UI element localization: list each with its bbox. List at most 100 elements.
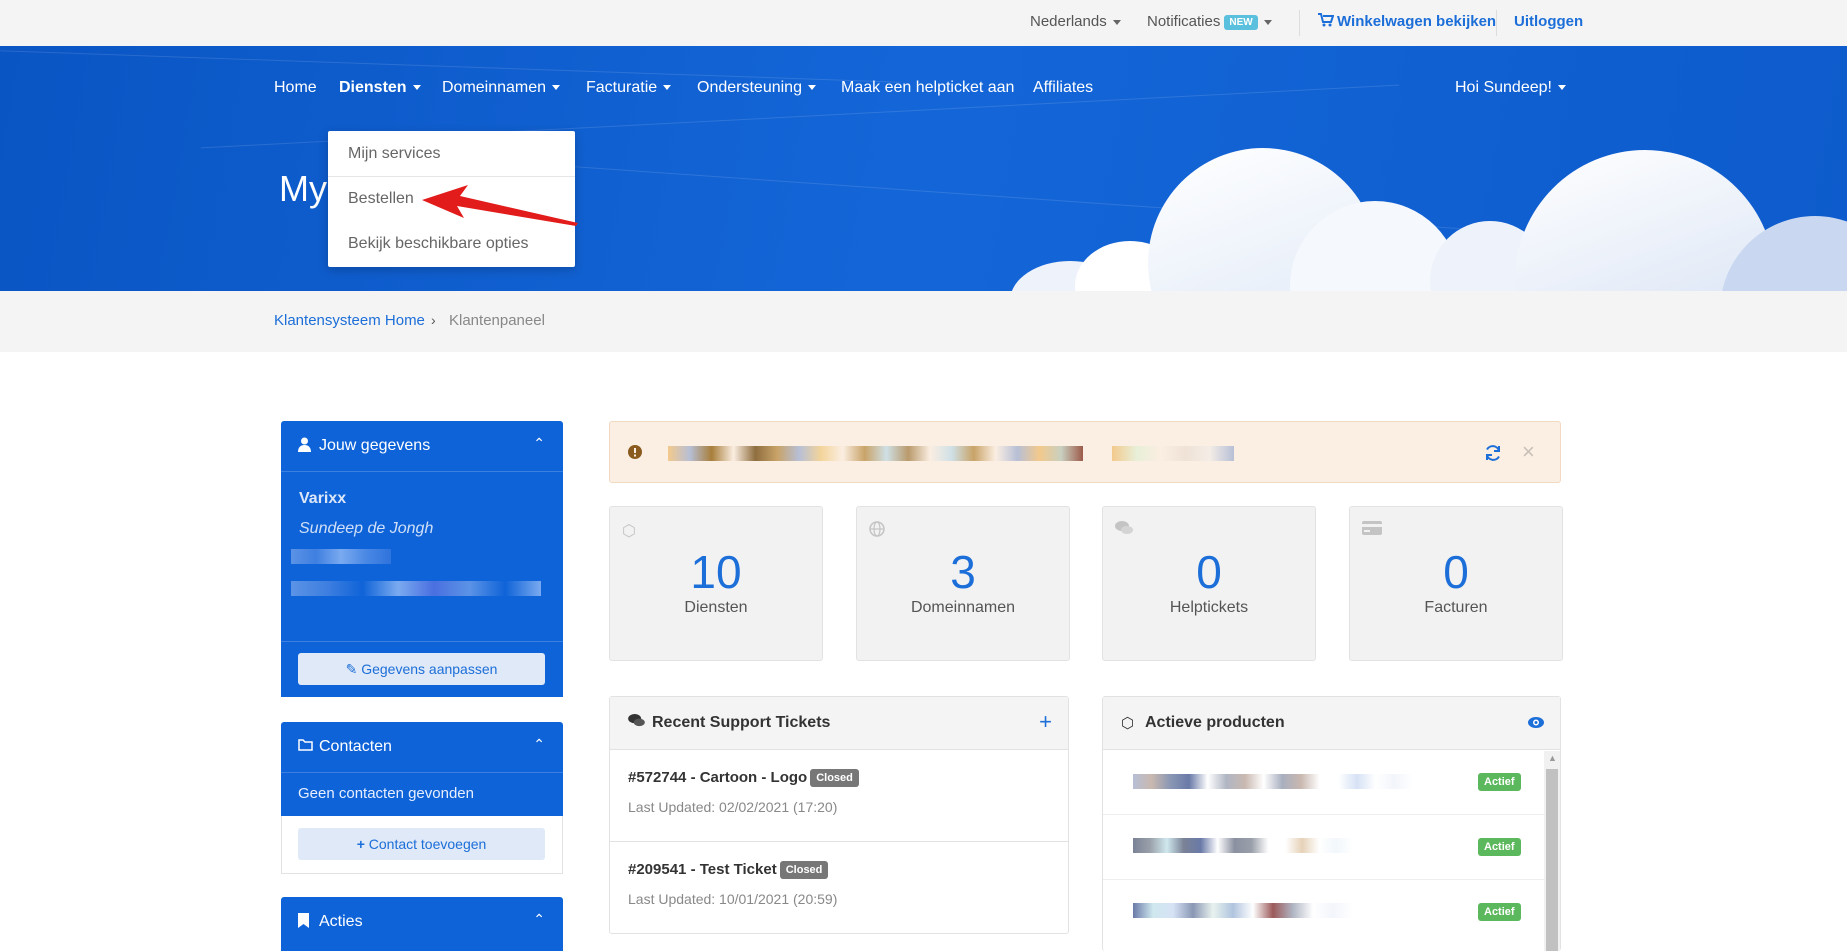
scrollbar[interactable]: ▲: [1544, 751, 1560, 951]
page-title: My: [279, 168, 327, 209]
edit-details-button[interactable]: ✎ Gegevens aanpassen: [298, 653, 545, 685]
breadcrumb: Klantensysteem Home › Klantenpaneel: [0, 291, 1847, 352]
edit-details-label: Gegevens aanpassen: [361, 661, 498, 677]
redacted-product: [1133, 903, 1353, 918]
product-row[interactable]: Actief: [1103, 751, 1546, 815]
nav-facturatie[interactable]: Facturatie: [586, 79, 672, 97]
greeting-label: Hoi Sundeep!: [1455, 79, 1552, 96]
logout-link[interactable]: Uitloggen: [1514, 13, 1583, 30]
nav-ondersteuning-label: Ondersteuning: [697, 79, 802, 96]
nav-home[interactable]: Home: [274, 79, 317, 97]
product-row[interactable]: Actief: [1103, 881, 1546, 945]
stat-value: 0: [1443, 546, 1469, 598]
divider: [1299, 10, 1300, 36]
plus-icon: +: [356, 836, 365, 852]
chevron-right-icon: ›: [431, 312, 436, 328]
plus-icon[interactable]: +: [1039, 709, 1052, 735]
new-badge: NEW: [1224, 14, 1258, 30]
stat-value: 0: [1196, 546, 1222, 598]
chevron-down-icon: [807, 85, 816, 91]
active-products-card: ⬡ Actieve producten ▲ Actief Actief Acti…: [1102, 696, 1561, 951]
stat-services[interactable]: ⬡ 10 Diensten: [609, 506, 823, 661]
refresh-icon[interactable]: [1484, 444, 1502, 462]
status-badge: Actief: [1478, 903, 1521, 921]
language-label: Nederlands: [1030, 13, 1107, 30]
card-title: Actieve producten: [1145, 714, 1285, 731]
redacted-address: [291, 581, 541, 596]
status-badge: Actief: [1478, 773, 1521, 791]
close-icon[interactable]: ×: [1522, 439, 1535, 465]
nav-diensten-label: Diensten: [339, 79, 407, 96]
stat-label: Domeinnamen: [910, 599, 1016, 616]
scrollbar-thumb[interactable]: [1546, 769, 1558, 951]
add-contact-button[interactable]: + Contact toevoegen: [298, 828, 545, 860]
nav-facturatie-label: Facturatie: [586, 79, 658, 96]
bookmark-icon: [298, 913, 309, 933]
chevron-up-icon[interactable]: ⌃: [533, 736, 545, 753]
card-header: Recent Support Tickets +: [610, 697, 1068, 750]
stat-label: Diensten: [684, 599, 748, 616]
company-name: Varixx: [299, 490, 347, 507]
panel-title: Acties: [319, 913, 363, 930]
ticket-title-text: #209541 - Test Ticket: [628, 861, 777, 878]
stat-label: Facturen: [1424, 599, 1488, 616]
alert-banner: ×: [609, 421, 1561, 483]
stat-label: Helptickets: [1169, 599, 1249, 616]
notifications-menu[interactable]: Notificaties NEW: [1147, 13, 1272, 30]
divider: [1496, 10, 1497, 36]
panel-header-details[interactable]: Jouw gegevens ⌃: [281, 421, 563, 471]
chevron-down-icon: [1112, 19, 1121, 25]
panel-body-details: Varixx Sundeep de Jongh: [281, 471, 563, 641]
breadcrumb-home-link[interactable]: Klantensysteem Home: [274, 312, 425, 329]
nav-ondersteuning[interactable]: Ondersteuning: [697, 79, 816, 97]
dropdown-item-view-options[interactable]: Bekijk beschikbare opties: [348, 235, 529, 253]
status-badge: Actief: [1478, 838, 1521, 856]
redacted-alert-text: [1112, 446, 1234, 461]
stat-invoices[interactable]: 0 Facturen: [1349, 506, 1563, 661]
ticket-title[interactable]: #209541 - Test Ticket Closed: [628, 861, 829, 880]
scroll-up-icon[interactable]: ▲: [1548, 753, 1557, 763]
language-selector[interactable]: Nederlands: [1030, 13, 1121, 30]
recent-tickets-card: Recent Support Tickets + #572744 - Carto…: [609, 696, 1069, 934]
card-title: Recent Support Tickets: [652, 714, 831, 731]
stat-value: 3: [950, 546, 976, 598]
ticket-item[interactable]: #209541 - Test Ticket Closed Last Updated…: [610, 843, 1068, 934]
nav-open-ticket[interactable]: Maak een helpticket aan: [841, 79, 1014, 97]
ticket-title[interactable]: #572744 - Cartoon - Logo Closed: [628, 769, 859, 788]
view-cart-link[interactable]: Winkelwagen bekijken: [1318, 13, 1496, 30]
contact-name: Sundeep de Jongh: [299, 520, 434, 537]
stat-tickets[interactable]: 0 Helptickets: [1102, 506, 1316, 661]
panel-header-contacts[interactable]: Contacten ⌃: [281, 722, 563, 772]
status-badge: Closed: [810, 769, 859, 788]
user-menu[interactable]: Hoi Sundeep!: [1455, 79, 1566, 97]
eye-icon[interactable]: [1528, 717, 1544, 728]
nav-diensten[interactable]: Diensten: [339, 79, 421, 97]
breadcrumb-current: Klantenpaneel: [449, 312, 545, 329]
comments-icon: [628, 714, 645, 731]
comments-icon: [1115, 521, 1133, 540]
chevron-up-icon[interactable]: ⌃: [533, 911, 545, 928]
dropdown-item-order[interactable]: Bestellen: [348, 190, 414, 208]
no-contacts-text: Geen contacten gevonden: [298, 785, 474, 802]
chevron-up-icon[interactable]: ⌃: [533, 435, 545, 452]
product-row[interactable]: Actief: [1103, 816, 1546, 880]
nav-affiliates[interactable]: Affiliates: [1033, 79, 1093, 97]
annotation-arrow: [422, 185, 578, 226]
dropdown-item-my-services[interactable]: Mijn services: [348, 145, 440, 163]
stat-domains[interactable]: 3 Domeinnamen: [856, 506, 1070, 661]
panel-title: Jouw gegevens: [319, 437, 431, 454]
panel-header-actions[interactable]: Acties ⌃: [281, 897, 563, 951]
folder-icon: [298, 738, 313, 756]
ticket-title-text: #572744 - Cartoon - Logo: [628, 769, 808, 786]
credit-card-icon: [1362, 521, 1382, 540]
panel-footer-details: ✎ Gegevens aanpassen: [281, 641, 563, 697]
cube-icon: ⬡: [622, 523, 636, 540]
ticket-item[interactable]: #572744 - Cartoon - Logo Closed Last Upda…: [610, 751, 1068, 842]
nav-domeinnamen[interactable]: Domeinnamen: [442, 79, 561, 97]
warning-icon: [628, 445, 642, 459]
stat-value: 10: [690, 546, 742, 598]
panel-title: Contacten: [319, 738, 392, 755]
header: Home Diensten Domeinnamen Facturatie Ond…: [0, 46, 1847, 291]
globe-icon: [869, 521, 885, 542]
notifications-label: Notificaties: [1147, 13, 1221, 30]
